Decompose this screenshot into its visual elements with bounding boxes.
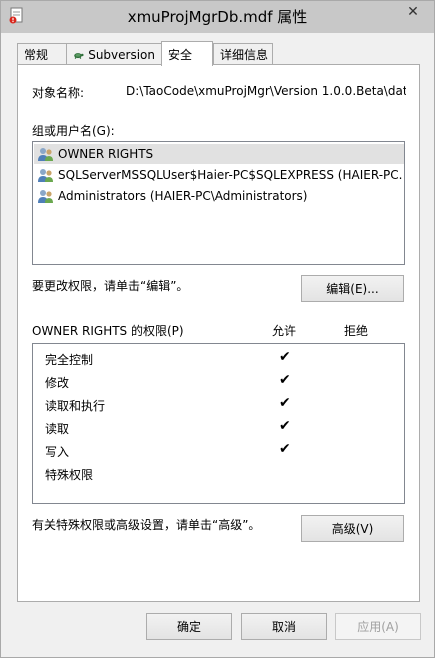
users-icon [38,190,53,203]
permission-name: 完全控制 [45,353,94,367]
advanced-button[interactable]: 高级(V) [301,515,404,542]
permission-row: 特殊权限 [45,464,400,484]
tab-general[interactable]: 常规 [17,43,67,65]
turtle-icon [74,52,84,59]
close-icon: ✕ [407,4,419,20]
apply-button[interactable]: 应用(A) [335,613,421,640]
tab-subversion[interactable]: Subversion [66,43,162,65]
tab-label: 安全 [168,47,193,62]
cancel-button[interactable]: 取消 [241,613,327,640]
permission-name: 特殊权限 [45,468,94,482]
allow-check-icon: ✔ [279,395,291,411]
object-name-value: D:\TaoCode\xmuProjMgr\Version 1.0.0.Beta… [126,84,406,98]
change-permissions-hint: 要更改权限，请单击“编辑”。 [32,279,189,293]
permission-row: 写入 ✔ [45,441,400,461]
permission-name: 修改 [45,376,70,390]
user-name: OWNER RIGHTS [58,147,154,161]
object-name-label: 对象名称: [32,86,85,100]
window-title: xmuProjMgrDb.mdf 属性 [127,8,308,26]
allow-check-icon: ✔ [279,441,291,457]
user-name: Administrators (HAIER-PC\Administrators) [58,189,308,203]
tab-security[interactable]: 安全 [161,41,213,66]
list-item[interactable]: Administrators (HAIER-PC\Administrators) [37,186,403,206]
advanced-hint: 有关特殊权限或高级设置，请单击“高级”。 [32,518,261,532]
advanced-button-label: 高级(V) [331,522,374,536]
edit-button[interactable]: 编辑(E)... [301,275,404,302]
close-button[interactable]: ✕ [398,2,428,22]
tab-label: 常规 [24,48,49,62]
permission-row: 修改 ✔ [45,372,400,392]
users-icon [38,169,53,182]
properties-window: xmuProjMgrDb.mdf 属性 ✕ 常规 Subversion 安全 详… [0,0,435,658]
permission-row: 读取和执行 ✔ [45,395,400,415]
permissions-list: 完全控制 ✔ 修改 ✔ 读取和执行 ✔ 读取 ✔ 写入 ✔ 特殊权限 [32,343,405,504]
user-name: SQLServerMSSQLUser$Haier-PC$SQLEXPRESS (… [58,168,403,182]
allow-header: 允许 [272,324,297,338]
tab-label: Subversion [88,47,155,62]
permissions-label: OWNER RIGHTS 的权限(P) [32,324,184,338]
tab-label: 详细信息 [220,48,269,62]
list-item[interactable]: OWNER RIGHTS [34,144,404,164]
deny-header: 拒绝 [344,324,369,338]
tab-details[interactable]: 详细信息 [213,43,273,65]
allow-check-icon: ✔ [279,372,291,388]
groups-label: 组或用户名(G): [32,124,115,138]
cancel-button-label: 取消 [271,620,296,634]
list-item[interactable]: SQLServerMSSQLUser$Haier-PC$SQLEXPRESS (… [37,165,403,185]
user-listbox[interactable]: OWNER RIGHTS SQLServerMSSQLUser$Haier-PC… [32,141,405,265]
allow-check-icon: ✔ [279,418,291,434]
ok-button[interactable]: 确定 [146,613,232,640]
permission-row: 完全控制 ✔ [45,349,400,369]
permission-name: 读取 [45,422,70,436]
title-bar[interactable]: xmuProjMgrDb.mdf 属性 ✕ [1,1,434,33]
permission-row: 读取 ✔ [45,418,400,438]
allow-check-icon: ✔ [279,349,291,365]
permission-name: 写入 [45,445,70,459]
edit-button-label: 编辑(E)... [326,282,379,296]
apply-button-label: 应用(A) [357,620,399,634]
permission-name: 读取和执行 [45,399,106,413]
ok-button-label: 确定 [176,620,201,634]
users-icon [38,148,53,161]
